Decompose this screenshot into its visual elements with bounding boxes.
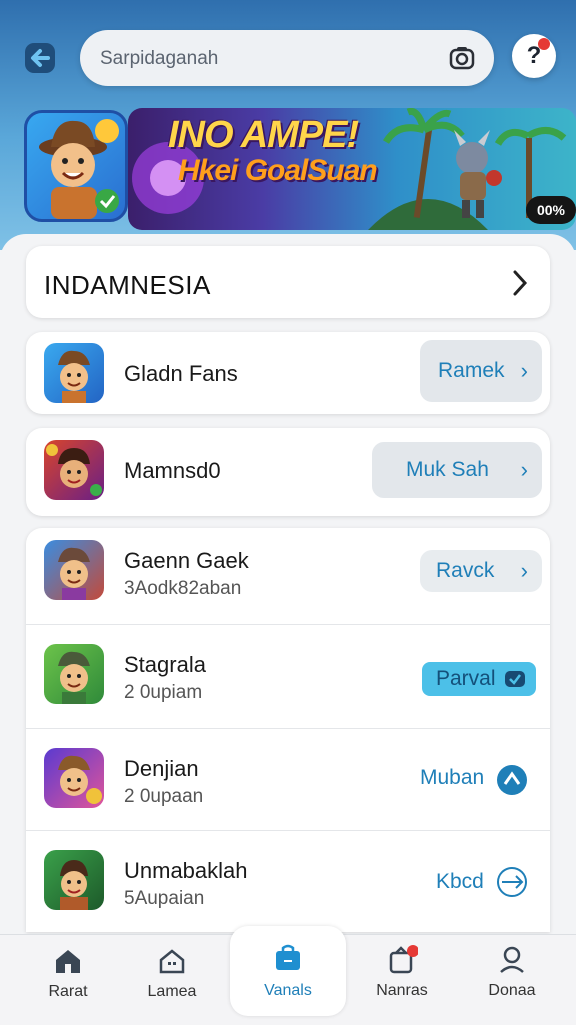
camera-icon[interactable] [446, 42, 478, 74]
search-bar[interactable]: Sarpidaganah [80, 30, 494, 86]
nav-label: Lamea [147, 983, 197, 1000]
app-icon [44, 440, 104, 500]
nav-item-house[interactable]: Lamea [122, 935, 222, 1025]
nav-item-bag[interactable]: Vanals [230, 926, 346, 1016]
character-icon [39, 119, 119, 219]
chevron-right-icon [513, 270, 528, 296]
action-link[interactable]: Muban [420, 766, 484, 790]
divider [26, 728, 550, 729]
app-icon [44, 748, 104, 808]
arrow-right-icon[interactable] [496, 866, 528, 898]
house-icon [159, 949, 185, 974]
home-icon [56, 950, 80, 973]
banner-badge: 00% [526, 196, 576, 224]
nav-item-home[interactable]: Rarat [18, 935, 118, 1025]
app-name: Mamnsd0 [124, 458, 221, 483]
rank-button-label: Ravck [436, 559, 495, 582]
app-subtitle: 3Aodk82aban [124, 578, 242, 599]
app-icon [44, 850, 104, 910]
app-icon [44, 540, 104, 600]
nav-label: Rarat [48, 983, 88, 1000]
chevron-right-icon: › [520, 358, 528, 383]
chevron-right-icon: › [520, 457, 528, 482]
app-list: Gaenn Gaek 3Aodk82aban Ravck › Stagrala … [26, 528, 550, 932]
banner-card[interactable]: INO AMPE! Hkei GoalSuan 00% [128, 108, 576, 230]
nav-label: Vanals [264, 982, 312, 999]
install-button[interactable]: Parval [422, 662, 536, 696]
back-button[interactable] [18, 36, 62, 80]
check-icon [505, 671, 525, 687]
action-link[interactable]: Kbcd [436, 870, 484, 894]
app-name: Stagrala [124, 652, 206, 677]
promo-banner[interactable]: INO AMPE! Hkei GoalSuan 00% [24, 108, 576, 230]
divider [26, 830, 550, 831]
country-label: INDAMNESIA [44, 270, 211, 300]
game-icon[interactable] [24, 110, 128, 222]
app-subtitle: 2 0upiam [124, 682, 203, 703]
chevron-right-icon: › [520, 558, 528, 583]
back-arrow-icon [25, 43, 55, 73]
list-item[interactable]: Gladn Fans Ramek › [26, 332, 550, 414]
rank-button-label: Ramek [438, 359, 505, 382]
app-subtitle: 5Aupaian [124, 888, 205, 909]
header: Sarpidaganah ? INO AMPE! Hkei GoalSuan 0… [0, 0, 576, 250]
play-icon[interactable] [496, 764, 528, 796]
action-button-label: Muk Sah [406, 458, 489, 481]
search-input[interactable]: Sarpidaganah [100, 48, 218, 70]
help-button[interactable]: ? [512, 34, 556, 78]
app-subtitle: 2 0upaan [124, 786, 204, 807]
rank-button[interactable]: Ramek › [420, 340, 542, 402]
app-icon [44, 343, 104, 403]
bag-icon [276, 944, 300, 970]
notification-dot [538, 38, 550, 50]
rank-button[interactable]: Ravck › [420, 550, 542, 592]
app-name: Unmabaklah [124, 858, 248, 883]
app-name: Denjian [124, 756, 199, 781]
list-item[interactable]: Mamnsd0 Muk Sah › [26, 428, 550, 516]
app-name: Gaenn Gaek [124, 548, 249, 573]
divider [26, 624, 550, 625]
install-button-label: Parval [436, 667, 496, 690]
country-selector[interactable]: INDAMNESIA [26, 246, 550, 318]
app-name: Gladn Fans [124, 361, 238, 386]
banner-subtitle: Hkei GoalSuan [178, 154, 378, 187]
action-button[interactable]: Muk Sah › [372, 442, 542, 498]
banner-title: INO AMPE! [168, 114, 359, 156]
app-icon [44, 644, 104, 704]
